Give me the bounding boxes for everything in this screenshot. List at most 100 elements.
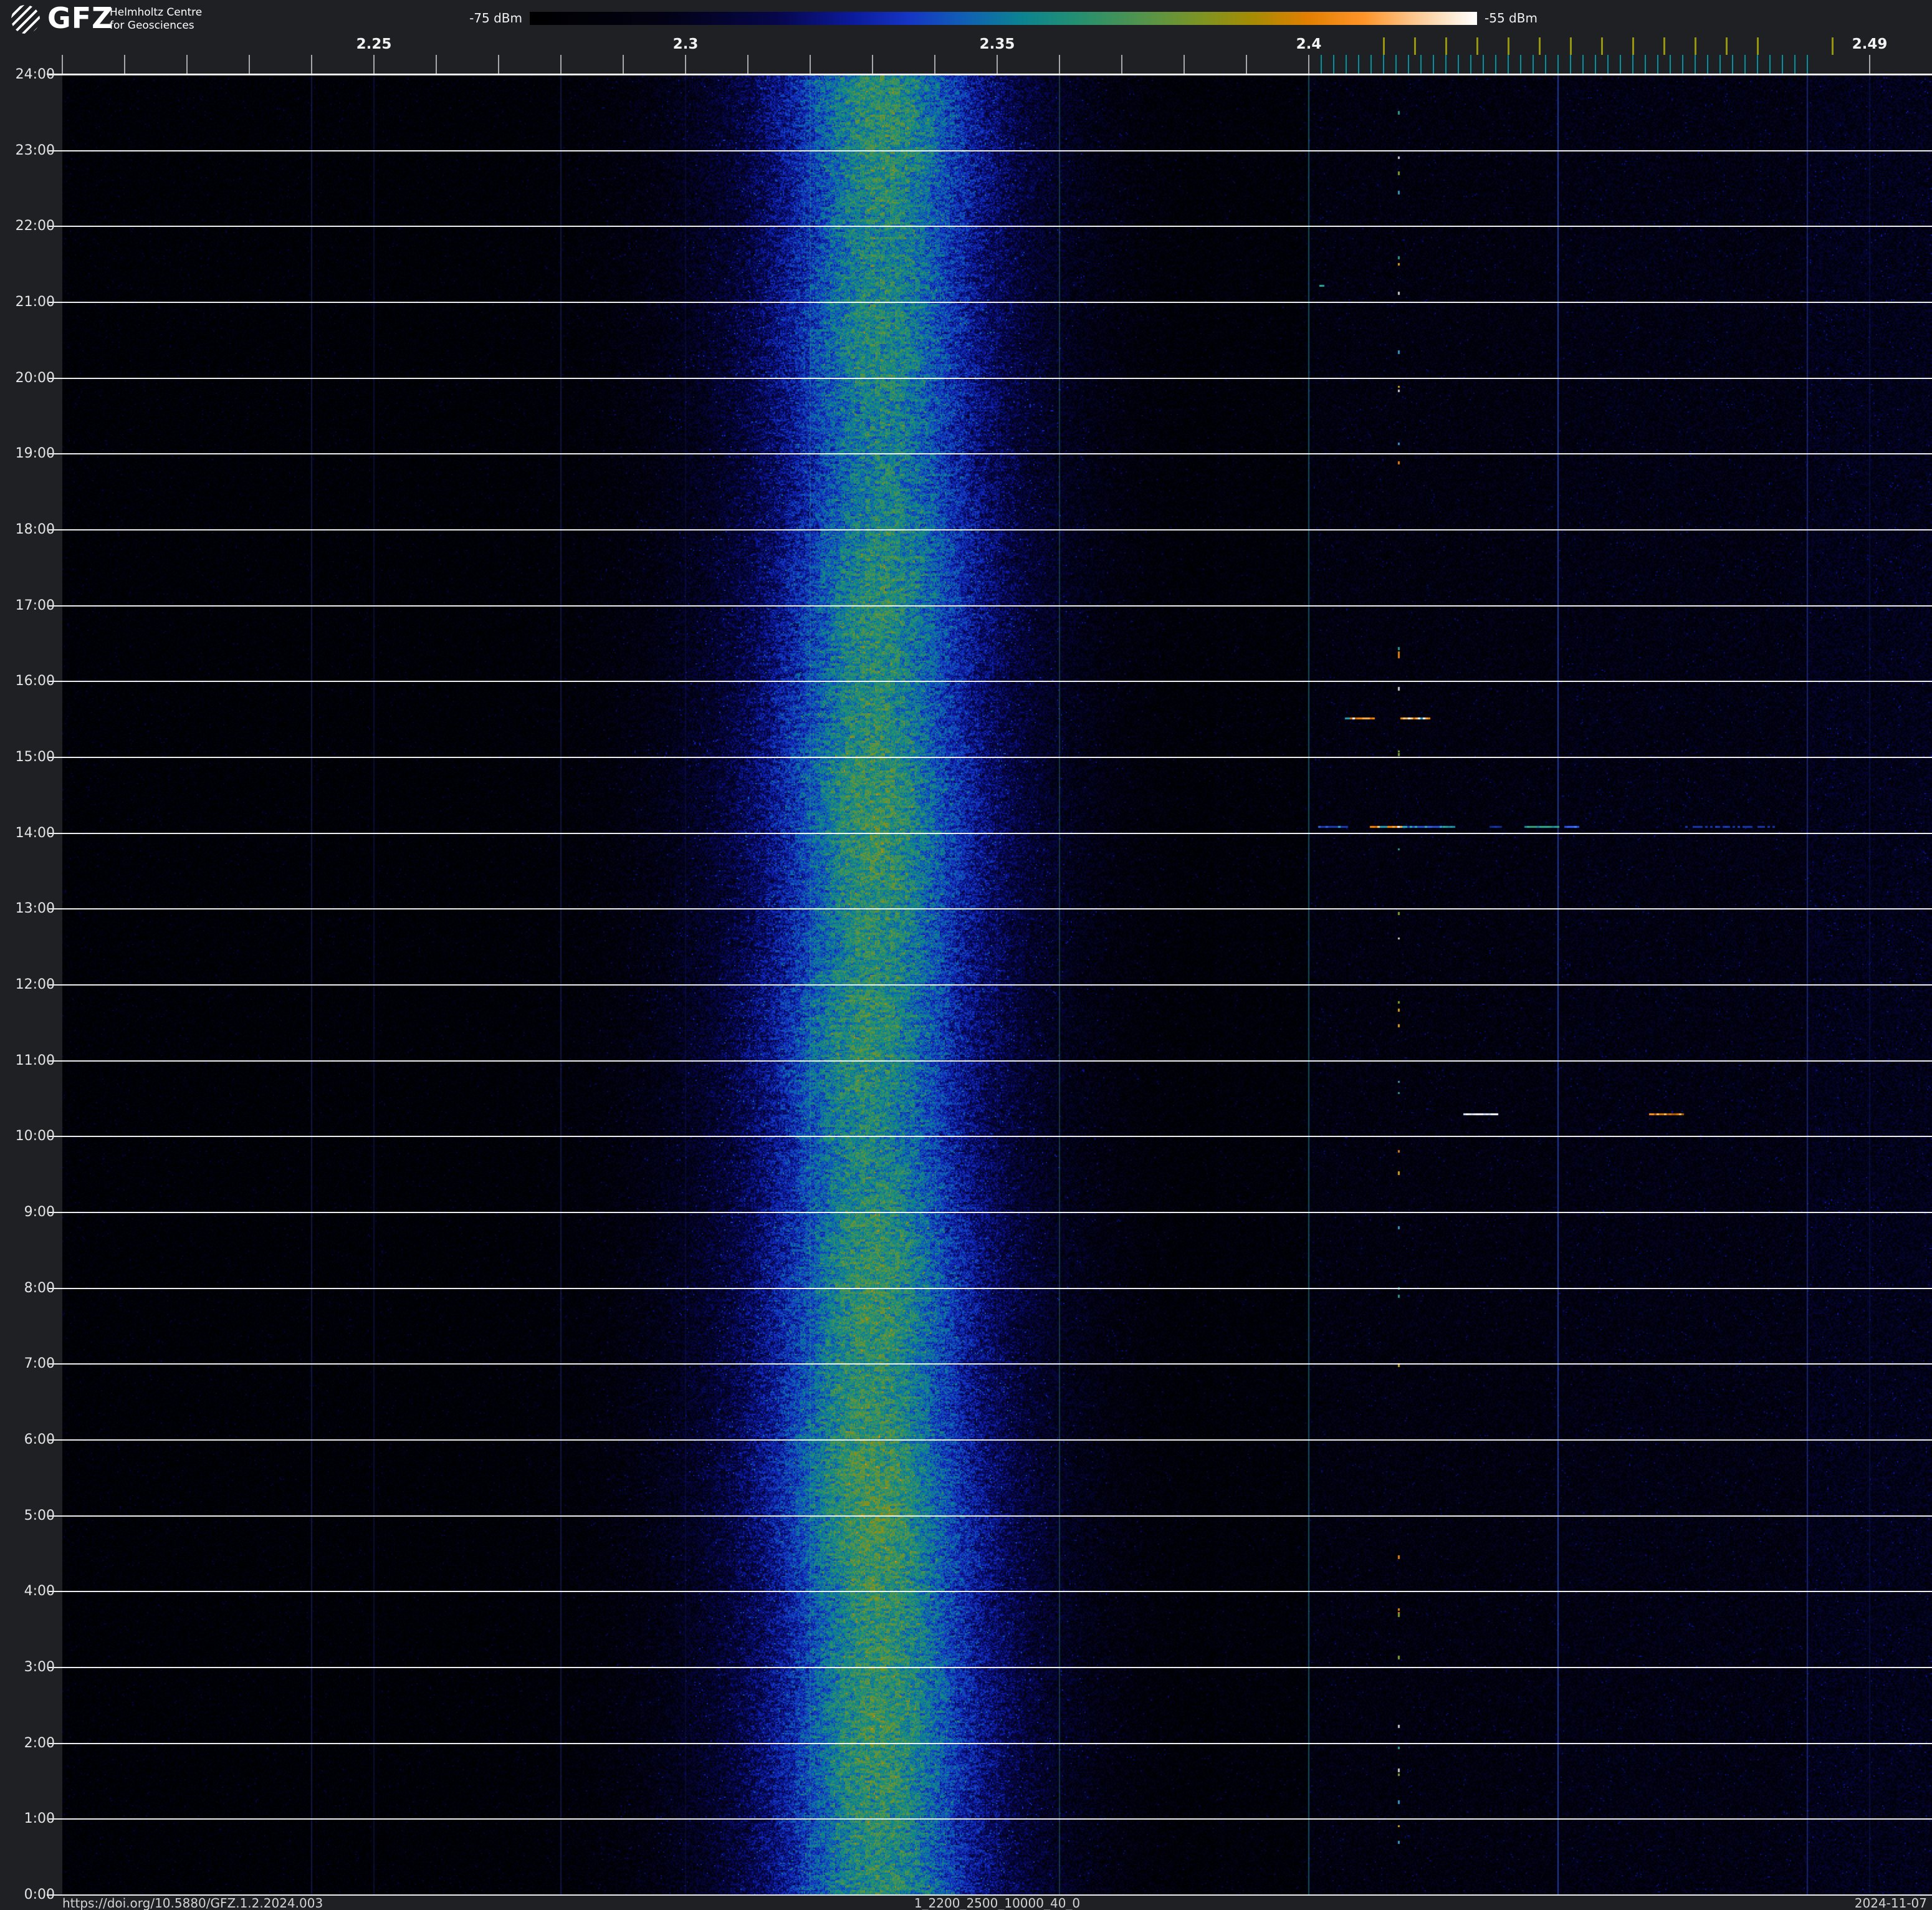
hour-gridline	[49, 1667, 1932, 1668]
hour-gridline	[49, 908, 1932, 909]
hour-gridline	[49, 529, 1932, 530]
time-label: 8:00	[24, 1280, 55, 1296]
ble-channel-tick	[1433, 55, 1434, 74]
hour-gridline	[49, 1288, 1932, 1289]
ble-channel-tick	[1333, 55, 1334, 74]
freq-minor-tick	[311, 55, 312, 74]
wifi-channel-tick	[1726, 37, 1728, 55]
freq-minor-tick	[186, 55, 188, 74]
freq-minor-tick	[1869, 55, 1870, 74]
freq-minor-tick	[810, 55, 811, 74]
freq-minor-tick	[62, 55, 63, 74]
colorbar-min-label: -75 dBm	[469, 11, 522, 26]
org-name-line1: Helmholtz Centre	[110, 6, 203, 19]
ble-channel-tick	[1607, 55, 1609, 74]
ble-channel-tick	[1346, 55, 1347, 74]
colorbar-max-label: -55 dBm	[1485, 11, 1537, 26]
ble-channel-tick	[1458, 55, 1459, 74]
freq-minor-tick	[1308, 55, 1309, 74]
colorbar-gradient	[530, 12, 1477, 25]
freq-label: 2.25	[356, 36, 392, 52]
time-label: 11:00	[15, 1053, 55, 1068]
hour-gridline	[49, 1591, 1932, 1592]
ble-channel-tick	[1769, 55, 1771, 74]
freq-minor-tick	[124, 55, 125, 74]
freq-minor-tick	[623, 55, 624, 74]
ble-channel-tick	[1744, 55, 1746, 74]
freq-label: 2.4	[1296, 36, 1322, 52]
freq-minor-tick	[1184, 55, 1185, 74]
freq-minor-tick	[685, 55, 686, 74]
wifi-channel-tick	[1508, 37, 1509, 55]
hour-gridline	[49, 74, 1932, 75]
ble-channel-tick	[1757, 55, 1758, 74]
freq-minor-tick	[498, 55, 499, 74]
ble-channel-tick	[1657, 55, 1658, 74]
time-label: 15:00	[15, 749, 55, 765]
time-label: 4:00	[24, 1583, 55, 1599]
ble-channel-tick	[1545, 55, 1546, 74]
ble-channel-tick	[1807, 55, 1808, 74]
ble-channel-tick	[1445, 55, 1447, 74]
time-label: 10:00	[15, 1128, 55, 1144]
freq-minor-tick	[997, 55, 998, 74]
ble-channel-tick	[1595, 55, 1596, 74]
hour-gridline	[49, 1743, 1932, 1744]
org-name-line2: for Geosciences	[110, 19, 194, 32]
footer-date: 2024-11-07	[1854, 1896, 1927, 1910]
freq-minor-tick	[436, 55, 437, 74]
time-label: 20:00	[15, 370, 55, 386]
freq-minor-tick	[560, 55, 562, 74]
time-label: 23:00	[15, 143, 55, 158]
time-label: 13:00	[15, 901, 55, 916]
wifi-channel-tick	[1601, 37, 1603, 55]
ble-channel-tick	[1582, 55, 1584, 74]
hour-gridline	[49, 1818, 1932, 1820]
ble-channel-tick	[1695, 55, 1696, 74]
ble-channel-tick	[1520, 55, 1521, 74]
ble-channel-tick	[1358, 55, 1359, 74]
ble-channel-tick	[1508, 55, 1509, 74]
ble-channel-tick	[1483, 55, 1484, 74]
ble-channel-tick	[1794, 55, 1796, 74]
freq-minor-tick	[1121, 55, 1122, 74]
ble-channel-tick	[1620, 55, 1621, 74]
hour-gridline	[49, 1439, 1932, 1441]
time-label: 24:00	[15, 67, 55, 82]
wifi-channel-tick	[1383, 37, 1385, 55]
hour-gridline	[49, 1136, 1932, 1137]
wifi-channel-tick	[1632, 37, 1634, 55]
ble-channel-tick	[1321, 55, 1322, 74]
ble-channel-tick	[1570, 55, 1571, 74]
freq-minor-tick	[1246, 55, 1247, 74]
ble-channel-tick	[1732, 55, 1733, 74]
org-name: Helmholtz Centre for Geosciences	[110, 6, 202, 32]
ble-channel-tick	[1470, 55, 1471, 74]
wifi-channel-tick	[1476, 37, 1478, 55]
wifi-channel-tick	[1414, 37, 1416, 55]
time-label: 12:00	[15, 977, 55, 992]
freq-label: 2.35	[979, 36, 1015, 52]
time-label: 17:00	[15, 598, 55, 613]
ble-channel-tick	[1408, 55, 1409, 74]
ble-channel-tick	[1557, 55, 1559, 74]
wifi-channel-tick	[1570, 37, 1572, 55]
hour-gridline	[49, 1515, 1932, 1517]
wifi-channel-tick	[1695, 37, 1696, 55]
hour-gridline	[49, 984, 1932, 986]
hour-gridline	[49, 1363, 1932, 1365]
ble-channel-tick	[1533, 55, 1534, 74]
hour-gridline	[49, 302, 1932, 303]
ble-channel-tick	[1645, 55, 1646, 74]
hour-gridline	[49, 226, 1932, 227]
wifi-channel-tick	[1757, 37, 1759, 55]
time-label: 19:00	[15, 446, 55, 461]
time-label: 16:00	[15, 673, 55, 689]
time-label: 5:00	[24, 1508, 55, 1524]
gfz-logo-icon	[11, 5, 40, 34]
hour-gridline	[49, 1060, 1932, 1062]
ble-channel-tick	[1632, 55, 1633, 74]
ble-channel-tick	[1719, 55, 1721, 74]
ble-channel-tick	[1383, 55, 1384, 74]
ble-channel-tick	[1782, 55, 1783, 74]
